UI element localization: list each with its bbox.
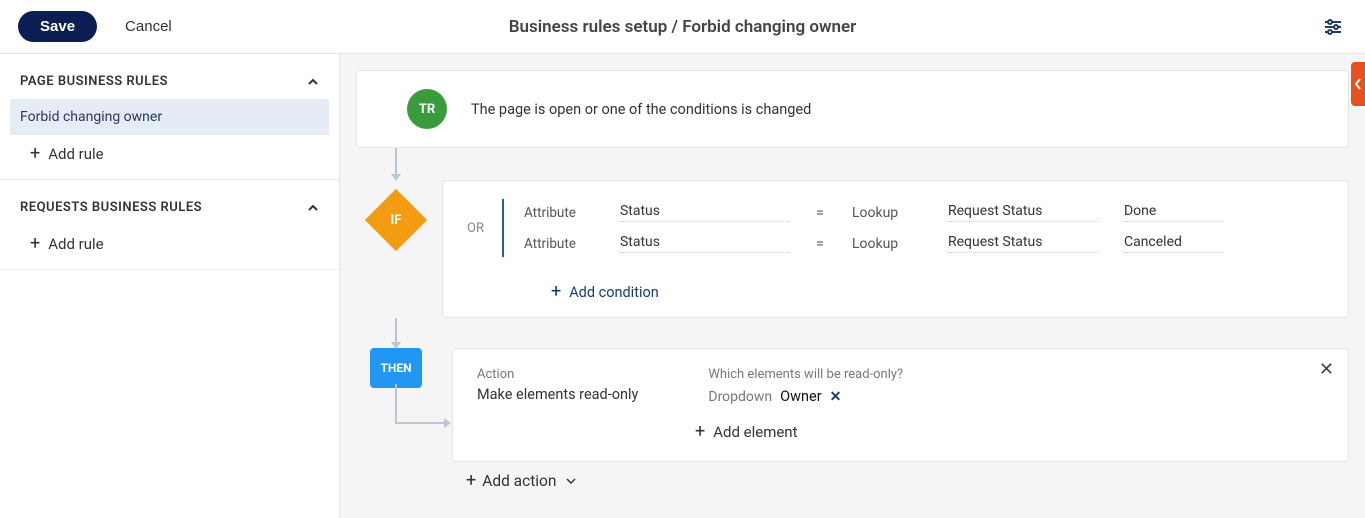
add-condition-button[interactable]: + Add condition [551, 283, 659, 301]
sidebar: PAGE BUSINESS RULES Forbid changing owne… [0, 54, 340, 518]
condition-attribute[interactable]: Status [620, 234, 790, 253]
cancel-button[interactable]: Cancel [125, 18, 172, 35]
condition-kind: Attribute [524, 236, 594, 252]
add-rule-label: Add rule [48, 235, 103, 253]
condition-op: = [816, 236, 826, 252]
condition-kind: Attribute [524, 205, 594, 221]
connector [395, 148, 397, 180]
if-badge: IF [365, 189, 427, 251]
add-condition-label: Add condition [569, 284, 659, 301]
trigger-node[interactable]: TR The page is open or one of the condit… [356, 70, 1349, 148]
save-button[interactable]: Save [18, 11, 97, 42]
sidebar-item-forbid-changing-owner[interactable]: Forbid changing owner [10, 99, 329, 135]
action-value[interactable]: Make elements read-only [477, 386, 638, 403]
add-element-label: Add element [713, 423, 797, 441]
chevron-up-icon [307, 76, 319, 88]
condition-value[interactable]: Done [1124, 203, 1224, 222]
flow-canvas: TR The page is open or one of the condit… [340, 54, 1365, 518]
then-badge: THEN [370, 348, 422, 388]
condition-type: Lookup [852, 236, 922, 252]
add-element-button[interactable]: + Add element [695, 423, 1324, 441]
condition-lookup[interactable]: Request Status [948, 234, 1098, 253]
condition-operator[interactable]: OR [467, 221, 484, 236]
plus-icon: + [30, 145, 40, 163]
condition-value[interactable]: Canceled [1124, 234, 1224, 253]
element-type: Dropdown [708, 389, 772, 405]
plus-icon: + [466, 472, 476, 490]
condition-type: Lookup [852, 205, 922, 221]
add-action-button[interactable]: + Add action [466, 472, 1349, 490]
condition-lookup[interactable]: Request Status [948, 203, 1098, 222]
then-node[interactable]: ✕ Action Make elements read-only Which e… [452, 348, 1349, 462]
chevron-up-icon [307, 202, 319, 214]
add-rule-button[interactable]: + Add rule [0, 135, 339, 165]
condition-op: = [816, 205, 826, 221]
connector [395, 318, 397, 348]
trigger-text: The page is open or one of the condition… [471, 101, 811, 118]
elements-label: Which elements will be read-only? [708, 367, 903, 382]
sidebar-section-title: REQUESTS BUSINESS RULES [20, 200, 202, 215]
condition-group-divider [502, 199, 504, 257]
plus-icon: + [695, 423, 705, 441]
close-icon[interactable]: ✕ [1319, 359, 1334, 380]
chevron-down-icon [566, 476, 576, 486]
add-rule-label: Add rule [48, 145, 103, 163]
settings-icon[interactable] [1323, 17, 1343, 37]
action-label: Action [477, 367, 638, 382]
condition-row[interactable]: Attribute Status = Lookup Request Status… [524, 234, 1224, 253]
add-action-label: Add action [482, 472, 556, 490]
sidebar-section-page-rules[interactable]: PAGE BUSINESS RULES [0, 64, 339, 99]
breadcrumb: Business rules setup / Forbid changing o… [509, 17, 857, 37]
element-name[interactable]: Owner [780, 388, 821, 405]
sidebar-section-requests-rules[interactable]: REQUESTS BUSINESS RULES [0, 190, 339, 225]
condition-row[interactable]: Attribute Status = Lookup Request Status… [524, 203, 1224, 222]
condition-attribute[interactable]: Status [620, 203, 790, 222]
remove-element-icon[interactable]: ✕ [830, 389, 842, 405]
add-rule-button[interactable]: + Add rule [0, 225, 339, 255]
plus-icon: + [30, 235, 40, 253]
plus-icon: + [551, 283, 561, 301]
sidebar-section-title: PAGE BUSINESS RULES [20, 74, 168, 89]
trigger-badge: TR [407, 89, 447, 129]
if-node[interactable]: OR Attribute Status = Lookup Request Sta… [442, 180, 1349, 318]
right-panel-toggle[interactable] [1351, 62, 1365, 106]
